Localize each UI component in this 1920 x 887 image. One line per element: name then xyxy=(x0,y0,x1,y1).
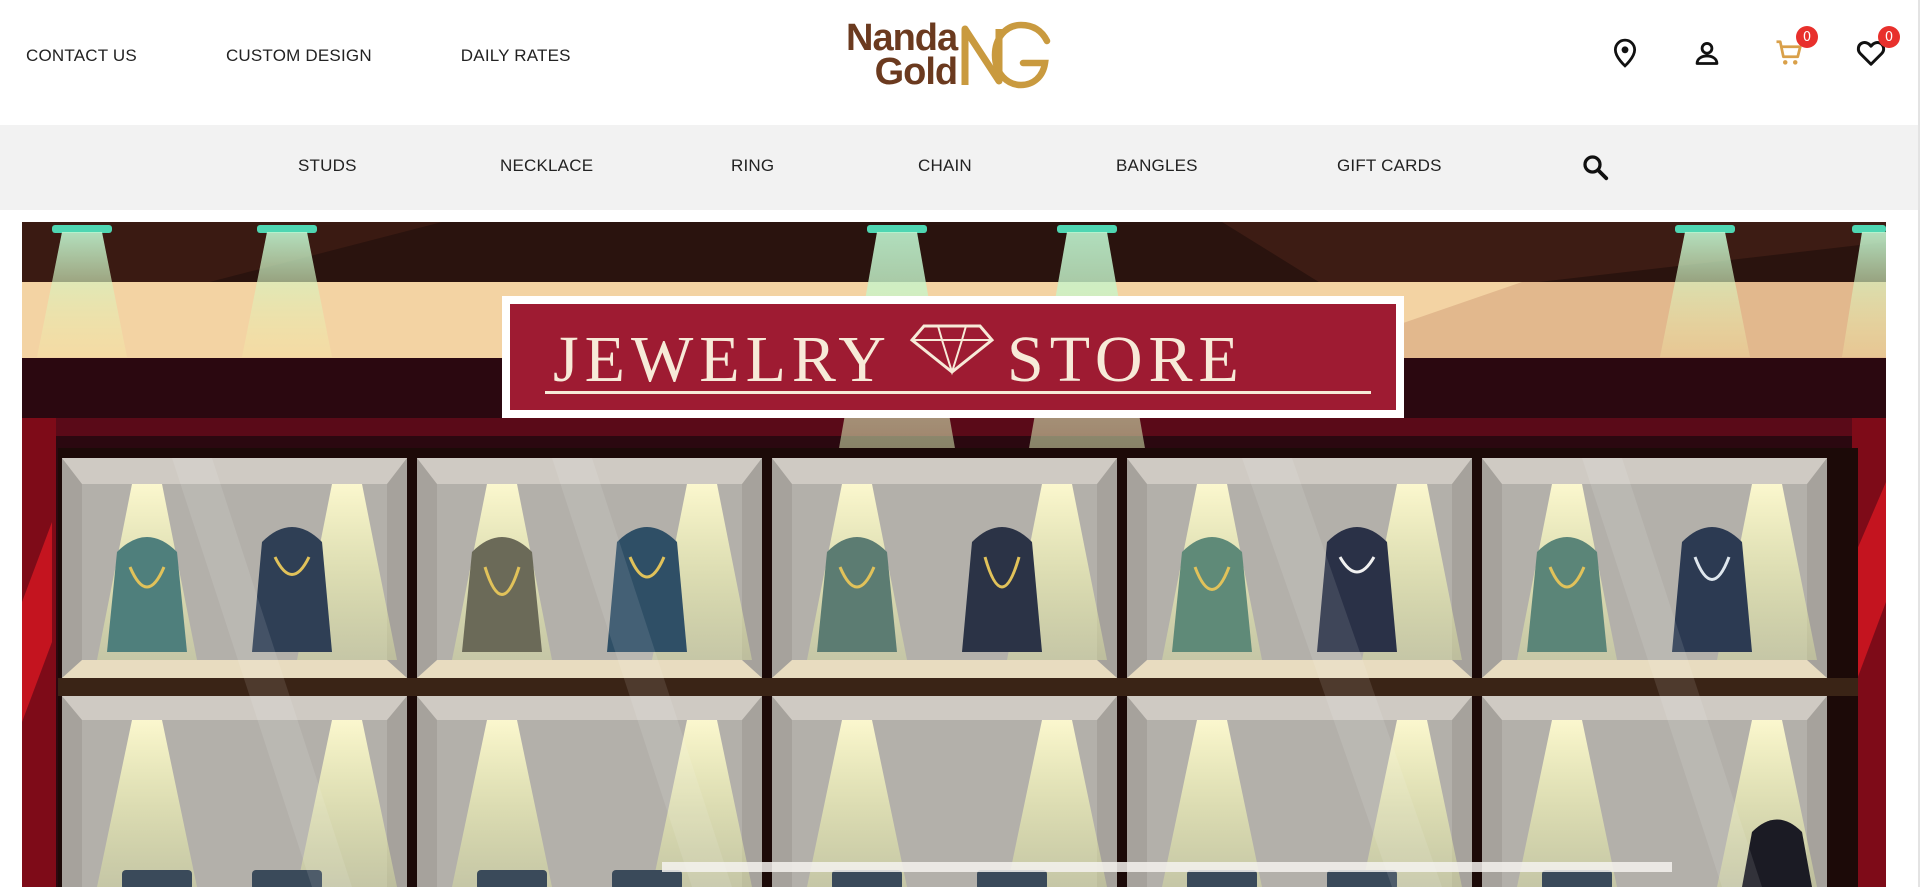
logo-line-gold: Gold xyxy=(874,51,959,93)
ng-monogram-icon xyxy=(961,21,1051,89)
logo-wordmark: Nanda Gold xyxy=(846,17,959,93)
nav-item-gift-cards[interactable]: GIFT CARDS xyxy=(1337,156,1442,176)
account-icon[interactable] xyxy=(1690,36,1724,70)
nav-item-chain[interactable]: CHAIN xyxy=(918,156,972,176)
category-nav: STUDS NECKLACE RING CHAIN BANGLES GIFT C… xyxy=(0,125,1920,210)
contact-us-link[interactable]: CONTACT US xyxy=(26,46,137,66)
cart-count-badge: 0 xyxy=(1796,26,1818,48)
jewelry-store-illustration: JEWELRY STORE xyxy=(22,222,1886,887)
sign-text-jewelry: JEWELRY xyxy=(553,323,892,396)
nav-item-studs[interactable]: STUDS xyxy=(298,156,357,176)
cart-icon[interactable]: 0 xyxy=(1772,26,1818,70)
top-links: CONTACT US CUSTOM DESIGN DAILY RATES xyxy=(26,46,660,66)
location-icon[interactable] xyxy=(1608,36,1642,70)
site-logo[interactable]: Nanda Gold xyxy=(846,18,1071,92)
custom-design-link[interactable]: CUSTOM DESIGN xyxy=(226,46,372,66)
daily-rates-link[interactable]: DAILY RATES xyxy=(461,46,571,66)
site-header: CONTACT US CUSTOM DESIGN DAILY RATES Nan… xyxy=(0,0,1920,125)
logo-line-nanda: Nanda xyxy=(846,17,958,59)
wishlist-count-badge: 0 xyxy=(1878,26,1900,48)
search-icon[interactable] xyxy=(1580,152,1610,182)
nav-item-ring[interactable]: RING xyxy=(731,156,774,176)
nav-item-necklace[interactable]: NECKLACE xyxy=(500,156,593,176)
wishlist-icon[interactable]: 0 xyxy=(1854,26,1900,70)
hero-banner[interactable]: JEWELRY STORE xyxy=(22,222,1886,887)
sign-text-store: STORE xyxy=(1007,323,1245,396)
nav-item-bangles[interactable]: BANGLES xyxy=(1116,156,1198,176)
header-icons: 0 0 xyxy=(1600,26,1900,76)
